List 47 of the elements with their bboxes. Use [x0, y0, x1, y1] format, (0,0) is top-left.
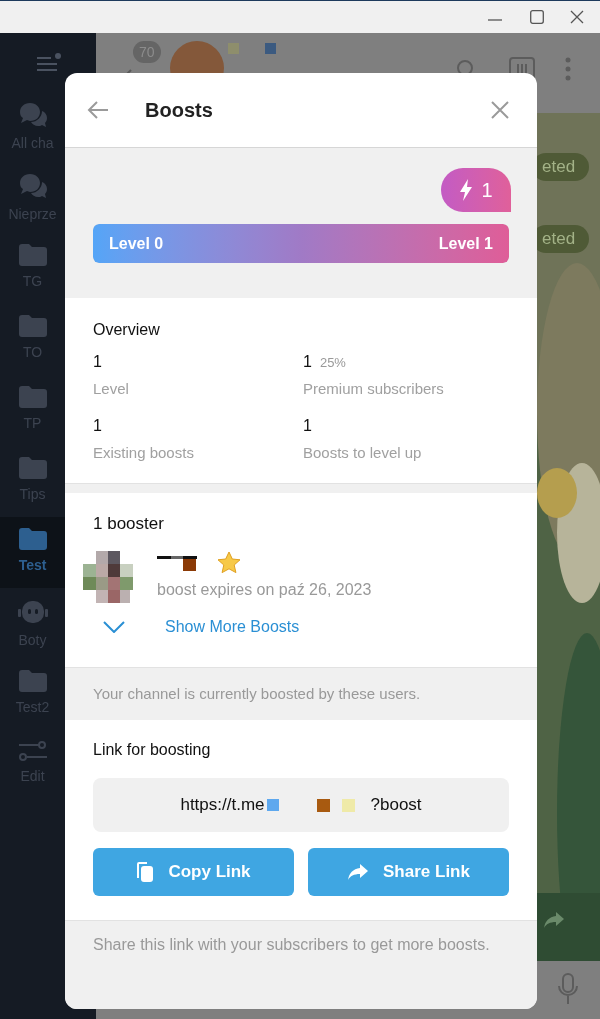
chat-bubbles-icon [17, 172, 48, 200]
more-icon[interactable] [565, 57, 571, 81]
stat-value: 1 [303, 415, 312, 436]
forward-icon[interactable] [543, 911, 565, 929]
stat-value: 1 [93, 352, 102, 372]
current-level-label: Level 0 [109, 233, 164, 254]
microphone-icon[interactable] [557, 973, 579, 1005]
chevron-down-icon [103, 620, 125, 633]
section-title: Overview [93, 320, 161, 340]
folder-icon [17, 669, 48, 693]
expiry-text: boost expires on paź 26, 2023 [157, 580, 372, 600]
stat-value: 1 [93, 415, 102, 436]
dialog-title: Boosts [145, 98, 213, 123]
stat-label: Level [93, 379, 130, 399]
section-title: Link for boosting [93, 740, 212, 760]
pixelated-name [157, 554, 197, 571]
stat-value: 1 [303, 352, 312, 372]
back-arrow-icon[interactable] [87, 100, 109, 120]
copy-link-button[interactable]: Copy Link [93, 848, 294, 896]
share-link-button[interactable]: Share Link [308, 848, 509, 896]
share-arrow-icon [347, 863, 370, 881]
boost-count-badge: 1 [441, 168, 511, 212]
show-more-button[interactable]: Show More Boosts [93, 614, 509, 639]
sliders-icon [17, 740, 48, 762]
copy-icon [136, 861, 155, 883]
stat-label: Boosts to level up [303, 442, 423, 463]
folder-icon [17, 314, 48, 338]
pixelated-title [228, 43, 276, 54]
lightning-icon [459, 179, 474, 201]
helper-text: Share this link with your subscribers to get more boosts. [93, 935, 491, 955]
folder-icon [17, 385, 48, 409]
folder-icon [17, 527, 48, 551]
stat-percent: 25% [319, 354, 346, 372]
menu-icon[interactable] [36, 53, 62, 73]
stat-label: Existing boosts [93, 442, 195, 463]
folder-icon [17, 243, 48, 267]
section-title: 1 booster [93, 513, 165, 535]
folder-icon [17, 456, 48, 480]
robot-icon [17, 598, 48, 626]
helper-text: Your channel is currently boosted by these users. [93, 683, 421, 704]
close-icon[interactable] [570, 10, 584, 24]
next-level-label: Level 1 [438, 233, 493, 254]
link-field[interactable]: https://t.me ?boost [93, 778, 509, 832]
maximize-icon[interactable] [530, 10, 544, 24]
stat-label: Premium subscribers [303, 379, 445, 399]
chat-bubbles-icon [17, 101, 48, 129]
close-icon[interactable] [491, 101, 509, 119]
